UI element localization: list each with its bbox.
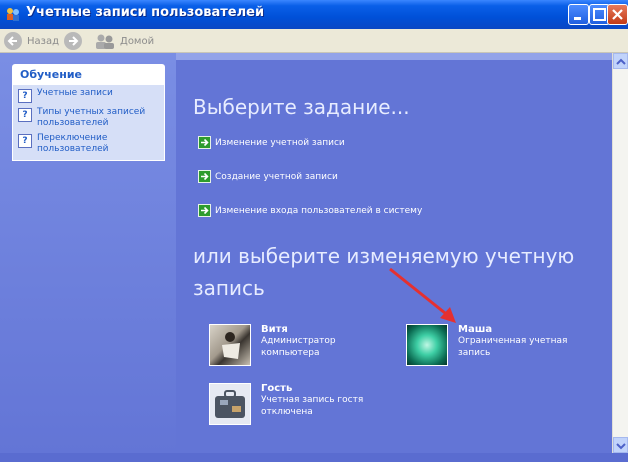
- toolbar: Назад Домой: [0, 29, 628, 53]
- green-arrow-icon: [198, 136, 211, 149]
- left-task-pane: Обучение ? Учетные записи ? Типы учетных…: [0, 53, 176, 453]
- home-button[interactable]: Домой: [94, 30, 154, 52]
- forward-button[interactable]: [64, 30, 87, 52]
- minimize-button[interactable]: [568, 4, 589, 25]
- account-guest[interactable]: Гость Учетная запись гостя отключена: [209, 383, 376, 425]
- pick-task-heading: Выберите задание...: [193, 95, 410, 119]
- task-label: Изменение учетной записи: [215, 137, 345, 148]
- suitcase-avatar: [209, 383, 251, 425]
- user-accounts-icon: [7, 8, 19, 21]
- vertical-scrollbar[interactable]: [612, 53, 628, 453]
- account-name: Маша: [458, 324, 493, 335]
- home-label: Домой: [120, 35, 155, 47]
- back-button[interactable]: Назад: [4, 30, 59, 52]
- scroll-down-button[interactable]: [613, 437, 628, 453]
- minimize-icon: [574, 17, 581, 20]
- main-content: Выберите задание... Изменение учетной за…: [176, 53, 612, 453]
- window-title: Учетные записи пользователей: [26, 5, 265, 20]
- avatar: [406, 324, 448, 366]
- sidebar-item-account-types[interactable]: ? Типы учетных записей пользователей: [17, 107, 160, 129]
- task-label: Создание учетной записи: [215, 171, 338, 182]
- green-arrow-icon: [198, 204, 211, 217]
- sidebar-item-label: Типы учетных записей пользователей: [37, 107, 146, 128]
- home-users-icon: [96, 34, 114, 49]
- bottom-edge: [0, 453, 628, 462]
- account-type: Ограниченная учетная запись: [458, 336, 568, 358]
- sidebar-item-label: Учетные записи: [37, 88, 113, 98]
- sidebar-item-accounts[interactable]: ? Учетные записи: [17, 88, 160, 103]
- task-create-account[interactable]: Создание учетной записи: [198, 170, 338, 183]
- sidebar-item-label: Переключение пользователей: [37, 133, 109, 154]
- close-icon: [612, 9, 623, 20]
- avatar: [209, 324, 251, 366]
- learn-about-list: ? Учетные записи ? Типы учетных записей …: [12, 85, 165, 161]
- help-icon: ?: [18, 134, 32, 148]
- help-icon: ?: [18, 108, 32, 122]
- forward-arrow-icon: [64, 32, 82, 50]
- sidebar-item-switching[interactable]: ? Переключение пользователей: [17, 133, 160, 155]
- title-bar: Учетные записи пользователей: [0, 0, 628, 29]
- learn-about-panel: Обучение ? Учетные записи ? Типы учетных…: [12, 64, 165, 161]
- help-icon: ?: [18, 89, 32, 103]
- back-arrow-icon: [4, 32, 22, 50]
- close-button[interactable]: [607, 4, 628, 25]
- account-type: Администратор компьютера: [261, 336, 336, 358]
- scroll-up-button[interactable]: [613, 53, 628, 69]
- task-label: Изменение входа пользователей в систему: [215, 205, 423, 216]
- account-masha[interactable]: Маша Ограниченная учетная запись: [406, 324, 573, 366]
- task-change-logon[interactable]: Изменение входа пользователей в систему: [198, 204, 422, 217]
- task-change-account[interactable]: Изменение учетной записи: [198, 136, 345, 149]
- back-label: Назад: [27, 35, 60, 47]
- green-arrow-icon: [198, 170, 211, 183]
- account-name: Витя: [261, 324, 288, 335]
- account-vitya[interactable]: Витя Администратор компьютера: [209, 324, 351, 366]
- account-name: Гость: [261, 383, 293, 394]
- header-band: [176, 53, 612, 60]
- learn-about-title: Обучение: [12, 64, 165, 85]
- account-type: Учетная запись гостя отключена: [261, 395, 364, 417]
- red-annotation-arrow: [389, 267, 456, 323]
